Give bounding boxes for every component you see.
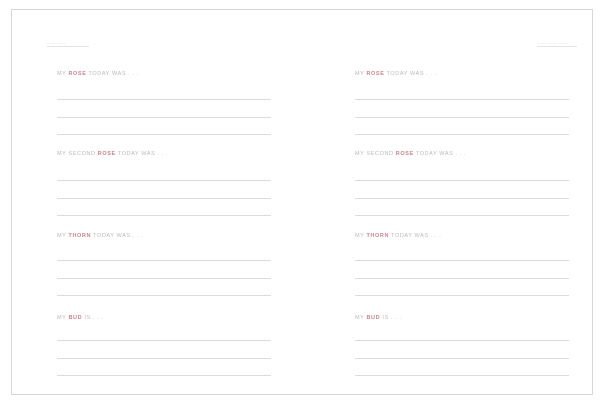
writing-line[interactable] <box>355 260 569 261</box>
prompt-rose: MY ROSE TODAY WAS . . . <box>355 70 575 82</box>
writing-line[interactable] <box>57 358 271 359</box>
prompt-label: MY BUD IS . . . <box>57 315 104 321</box>
prompt-label: MY THORN TODAY WAS . . . <box>355 233 442 239</box>
writing-line[interactable] <box>355 358 569 359</box>
prompt-bud: MY BUD IS . . . <box>57 314 277 326</box>
writing-line[interactable] <box>57 180 271 181</box>
prompt-label: MY ROSE TODAY WAS . . . <box>57 71 139 77</box>
writing-line[interactable] <box>355 117 569 118</box>
prompt-second-rose: MY SECOND ROSE TODAY WAS . . . <box>57 150 277 162</box>
writing-line[interactable] <box>355 198 569 199</box>
prompt-label: MY SECOND ROSE TODAY WAS . . . <box>355 151 467 157</box>
writing-line[interactable] <box>57 295 271 296</box>
writing-line[interactable] <box>57 134 271 135</box>
prompt-rose: MY ROSE TODAY WAS . . . <box>57 70 277 82</box>
writing-line[interactable] <box>355 278 569 279</box>
writing-line[interactable] <box>355 134 569 135</box>
journal-spread: __ __ __ __ __ MY ROSE TODAY WAS . . . M… <box>11 9 593 395</box>
writing-line[interactable] <box>355 375 569 376</box>
writing-line[interactable] <box>57 260 271 261</box>
prompt-label: MY ROSE TODAY WAS . . . <box>355 71 437 77</box>
prompt-label: MY THORN TODAY WAS . . . <box>57 233 144 239</box>
writing-line[interactable] <box>57 278 271 279</box>
writing-line[interactable] <box>355 340 569 341</box>
prompt-label: MY BUD IS . . . <box>355 315 402 321</box>
writing-line[interactable] <box>57 117 271 118</box>
writing-line[interactable] <box>355 180 569 181</box>
date-mark-left: __ __ <box>47 36 89 47</box>
prompt-second-rose: MY SECOND ROSE TODAY WAS . . . <box>355 150 575 162</box>
prompt-label: MY SECOND ROSE TODAY WAS . . . <box>57 151 169 157</box>
writing-line[interactable] <box>57 375 271 376</box>
writing-line[interactable] <box>57 99 271 100</box>
writing-line[interactable] <box>57 340 271 341</box>
writing-line[interactable] <box>355 295 569 296</box>
writing-line[interactable] <box>57 198 271 199</box>
writing-line[interactable] <box>355 215 569 216</box>
writing-line[interactable] <box>57 215 271 216</box>
prompt-thorn: MY THORN TODAY WAS . . . <box>57 232 277 244</box>
prompt-bud: MY BUD IS . . . <box>355 314 575 326</box>
date-mark-right: __ __ __ <box>537 36 577 47</box>
prompt-thorn: MY THORN TODAY WAS . . . <box>355 232 575 244</box>
writing-line[interactable] <box>355 99 569 100</box>
